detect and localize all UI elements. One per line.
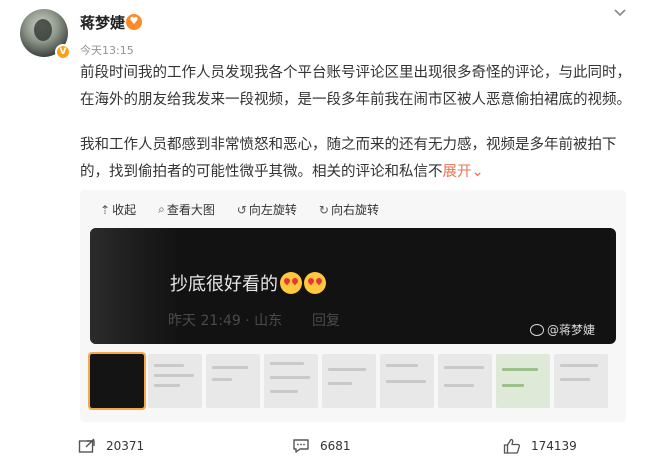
rotate-left-icon: ↺ bbox=[236, 202, 247, 217]
main-image[interactable]: 抄底很好看的 昨天 21:49 · 山东 回复 @蒋梦婕 bbox=[90, 228, 616, 344]
media-toolbar: ⇡ 收起 ⌕ 查看大图 ↺ 向左旋转 ↻ 向右旋转 bbox=[100, 201, 401, 218]
thumbnail[interactable] bbox=[264, 354, 318, 408]
post-line-text: 的，找到偷拍者的可能性微乎其微。相关的评论和私信不 bbox=[80, 164, 443, 180]
rotate-right-icon: ↻ bbox=[318, 202, 329, 217]
thumbnail[interactable] bbox=[496, 354, 550, 408]
thumbs-up-icon bbox=[503, 438, 521, 454]
watermark: @蒋梦婕 bbox=[530, 321, 595, 338]
comment-icon bbox=[293, 439, 309, 453]
search-icon: ⌕ bbox=[158, 202, 165, 216]
heart-eyes-icon: ♥ bbox=[126, 14, 142, 30]
expand-link[interactable]: 展开⌄ bbox=[443, 164, 484, 180]
comment-text-label: 抄底很好看的 bbox=[170, 274, 278, 295]
thumbnail[interactable] bbox=[148, 354, 202, 408]
like-button[interactable]: 174139 bbox=[503, 438, 577, 454]
thumbnail[interactable] bbox=[554, 354, 608, 408]
view-large-button[interactable]: ⌕ 查看大图 bbox=[158, 201, 215, 218]
weibo-icon bbox=[530, 323, 544, 336]
media-panel: ⇡ 收起 ⌕ 查看大图 ↺ 向左旋转 ↻ 向右旋转 抄底很好看的 昨天 21:4… bbox=[80, 190, 626, 422]
heart-eyes-emoji-icon bbox=[280, 272, 302, 294]
username[interactable]: 蒋梦婕 bbox=[80, 12, 125, 33]
post-paragraph-1: 前段时间我的工作人员发现我各个平台账号评论区里出现很多奇怪的评论，与此同时， 在… bbox=[80, 60, 631, 114]
chevron-down-icon[interactable] bbox=[612, 7, 628, 19]
watermark-text: @蒋梦婕 bbox=[547, 323, 596, 337]
collapse-label: 收起 bbox=[112, 203, 137, 217]
arrow-up-icon: ⇡ bbox=[100, 202, 111, 217]
comment-meta: 昨天 21:49 · 山东 bbox=[168, 313, 283, 329]
post-paragraph-2: 我和工作人员都感到非常愤怒和恶心，随之而来的还有无力感，视频是多年前被拍下 的，… bbox=[80, 132, 630, 186]
thumbnail[interactable] bbox=[380, 354, 434, 408]
expand-label: 展开 bbox=[442, 164, 472, 180]
post-line: 我和工作人员都感到非常愤怒和恶心，随之而来的还有无力感，视频是多年前被拍下 bbox=[80, 137, 617, 153]
verified-badge: V bbox=[55, 44, 71, 60]
thumbnail[interactable] bbox=[206, 354, 260, 408]
thumbnail[interactable] bbox=[322, 354, 376, 408]
repost-count: 20371 bbox=[106, 439, 145, 453]
rotate-left-button[interactable]: ↺ 向左旋转 bbox=[237, 201, 297, 218]
rotate-left-label: 向左旋转 bbox=[248, 203, 297, 217]
reply-label: 回复 bbox=[312, 313, 340, 329]
repost-button[interactable]: 20371 bbox=[78, 438, 144, 454]
view-large-label: 查看大图 bbox=[166, 203, 215, 217]
post-line: 的，找到偷拍者的可能性微乎其微。相关的评论和私信不展开⌄ bbox=[80, 159, 630, 186]
thumbnail-strip bbox=[88, 352, 608, 410]
heart-eyes-emoji-icon bbox=[304, 272, 326, 294]
comment-text: 抄底很好看的 bbox=[170, 270, 326, 296]
rotate-right-button[interactable]: ↻ 向右旋转 bbox=[319, 201, 379, 218]
post-line: 在海外的朋友给我发来一段视频，是一段多年前我在闹市区被人恶意偷拍裙底的视频。 bbox=[80, 92, 631, 108]
rotate-right-label: 向右旋转 bbox=[330, 203, 379, 217]
chevron-down-icon: ⌄ bbox=[471, 164, 484, 180]
repost-icon bbox=[78, 438, 95, 453]
like-count: 174139 bbox=[531, 439, 577, 453]
image-shadow bbox=[90, 228, 180, 344]
comment-button[interactable]: 6681 bbox=[292, 438, 351, 454]
comment-count: 6681 bbox=[320, 439, 351, 453]
thumbnail[interactable] bbox=[88, 352, 146, 410]
action-bar: 20371 6681 174139 bbox=[0, 438, 647, 466]
collapse-button[interactable]: ⇡ 收起 bbox=[100, 201, 136, 218]
thumbnail[interactable] bbox=[438, 354, 492, 408]
timestamp[interactable]: 今天13:15 bbox=[80, 42, 134, 58]
post-line: 前段时间我的工作人员发现我各个平台账号评论区里出现很多奇怪的评论，与此同时， bbox=[80, 65, 631, 81]
